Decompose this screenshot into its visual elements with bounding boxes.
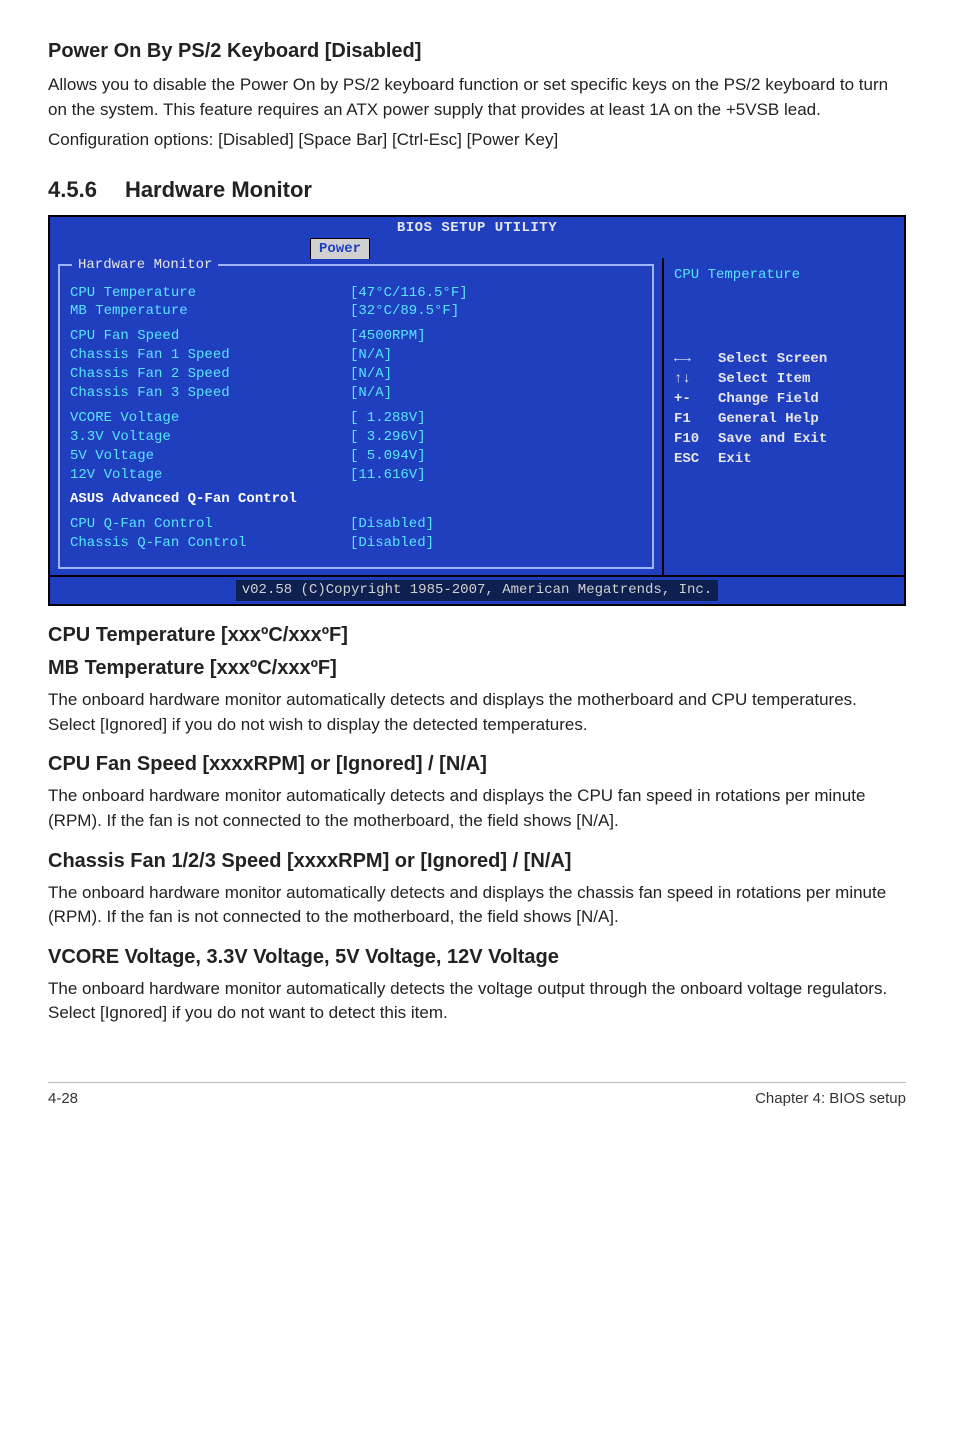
- bios-row-ch1[interactable]: Chassis Fan 1 Speed [N/A]: [70, 346, 642, 365]
- heading-mb-temp: MB Temperature [xxxºC/xxxºF]: [48, 655, 906, 682]
- bios-hint-change-field: +- Change Field: [674, 390, 894, 409]
- heading-voltages: VCORE Voltage, 3.3V Voltage, 5V Voltage,…: [48, 944, 906, 971]
- section-title-hwmon: Hardware Monitor: [125, 175, 312, 205]
- bios-row-mb-temp[interactable]: MB Temperature [32°C/89.5°F]: [70, 302, 642, 321]
- bios-title: BIOS SETUP UTILITY: [50, 217, 904, 238]
- arrows-ud-icon: ↑↓: [674, 370, 708, 389]
- bios-value: [11.616V]: [350, 466, 426, 485]
- bios-footer: v02.58 (C)Copyright 1985-2007, American …: [50, 575, 904, 604]
- bios-value: [ 1.288V]: [350, 409, 426, 428]
- bios-copyright: v02.58 (C)Copyright 1985-2007, American …: [236, 580, 718, 601]
- bios-value: [4500RPM]: [350, 327, 426, 346]
- bios-hint-text: Select Screen: [718, 350, 827, 369]
- bios-label: 5V Voltage: [70, 447, 350, 466]
- bios-hint-select-item: ↑↓ Select Item: [674, 370, 894, 389]
- chapter-label: Chapter 4: BIOS setup: [755, 1089, 906, 1109]
- bios-value: [Disabled]: [350, 534, 434, 553]
- para-cpu-fan-desc: The onboard hardware monitor automatical…: [48, 784, 906, 833]
- bios-hint-text: Save and Exit: [718, 430, 827, 449]
- bios-hint-text: Exit: [718, 450, 752, 469]
- section-number: 4.5.6: [48, 175, 97, 205]
- bios-label: CPU Temperature: [70, 284, 350, 303]
- heading-cpu-temp: CPU Temperature [xxxºC/xxxºF]: [48, 622, 906, 649]
- heading-power-on-ps2: Power On By PS/2 Keyboard [Disabled]: [48, 38, 906, 65]
- bios-row-cpu-fan[interactable]: CPU Fan Speed [4500RPM]: [70, 327, 642, 346]
- bios-label: Chassis Fan 1 Speed: [70, 346, 350, 365]
- para-ps2-desc: Allows you to disable the Power On by PS…: [48, 73, 906, 122]
- bios-label: Chassis Q-Fan Control: [70, 534, 350, 553]
- bios-tab-power[interactable]: Power: [310, 238, 370, 260]
- bios-hint-select-screen: ←→ Select Screen: [674, 350, 894, 369]
- para-ps2-options: Configuration options: [Disabled] [Space…: [48, 128, 906, 153]
- key-f10: F10: [674, 430, 708, 449]
- bios-value: [ 5.094V]: [350, 447, 426, 466]
- bios-row-ch3[interactable]: Chassis Fan 3 Speed [N/A]: [70, 384, 642, 403]
- para-temp-desc: The onboard hardware monitor automatical…: [48, 688, 906, 737]
- bios-label: VCORE Voltage: [70, 409, 350, 428]
- key-f1: F1: [674, 410, 708, 429]
- para-voltages-desc: The onboard hardware monitor automatical…: [48, 977, 906, 1026]
- arrows-lr-icon: ←→: [674, 350, 708, 369]
- bios-hint-exit: ESC Exit: [674, 450, 894, 469]
- bios-value: [N/A]: [350, 365, 392, 384]
- bios-label: Chassis Fan 3 Speed: [70, 384, 350, 403]
- bios-label: 12V Voltage: [70, 466, 350, 485]
- bios-row-vcore[interactable]: VCORE Voltage [ 1.288V]: [70, 409, 642, 428]
- page-number: 4-28: [48, 1089, 78, 1109]
- bios-hint-save-exit: F10 Save and Exit: [674, 430, 894, 449]
- heading-cpu-fan-speed: CPU Fan Speed [xxxxRPM] or [Ignored] / […: [48, 751, 906, 778]
- bios-value: [N/A]: [350, 346, 392, 365]
- bios-value: [47°C/116.5°F]: [350, 284, 468, 303]
- bios-hint-text: Change Field: [718, 390, 819, 409]
- bios-label: Chassis Fan 2 Speed: [70, 365, 350, 384]
- bios-label: MB Temperature: [70, 302, 350, 321]
- bios-row-ch-qfan[interactable]: Chassis Q-Fan Control [Disabled]: [70, 534, 642, 553]
- bios-window: BIOS SETUP UTILITY Power Hardware Monito…: [48, 215, 906, 606]
- heading-chassis-fan-speed: Chassis Fan 1/2/3 Speed [xxxxRPM] or [Ig…: [48, 848, 906, 875]
- bios-hint-text: Select Item: [718, 370, 810, 389]
- bios-value: [ 3.296V]: [350, 428, 426, 447]
- key-esc: ESC: [674, 450, 708, 469]
- bios-row-5v[interactable]: 5V Voltage [ 5.094V]: [70, 447, 642, 466]
- para-chassis-fan-desc: The onboard hardware monitor automatical…: [48, 881, 906, 930]
- bios-left-panel: Hardware Monitor CPU Temperature [47°C/1…: [50, 258, 664, 576]
- bios-right-panel: CPU Temperature ←→ Select Screen ↑↓ Sele…: [664, 258, 904, 576]
- bios-label: 3.3V Voltage: [70, 428, 350, 447]
- bios-tabbar: Power: [50, 238, 904, 258]
- plus-minus-icon: +-: [674, 390, 708, 409]
- bios-row-33v[interactable]: 3.3V Voltage [ 3.296V]: [70, 428, 642, 447]
- bios-row-12v[interactable]: 12V Voltage [11.616V]: [70, 466, 642, 485]
- bios-row-ch2[interactable]: Chassis Fan 2 Speed [N/A]: [70, 365, 642, 384]
- bios-value: [N/A]: [350, 384, 392, 403]
- bios-help-title: CPU Temperature: [674, 266, 894, 285]
- bios-label: CPU Q-Fan Control: [70, 515, 350, 534]
- bios-panel-title: Hardware Monitor: [72, 256, 218, 275]
- bios-hint-text: General Help: [718, 410, 819, 429]
- bios-row-adv-qfan[interactable]: ASUS Advanced Q-Fan Control: [70, 490, 642, 509]
- bios-value: [32°C/89.5°F]: [350, 302, 459, 321]
- bios-value: [Disabled]: [350, 515, 434, 534]
- bios-row-cpu-qfan[interactable]: CPU Q-Fan Control [Disabled]: [70, 515, 642, 534]
- page-footer: 4-28 Chapter 4: BIOS setup: [48, 1082, 906, 1109]
- bios-label: CPU Fan Speed: [70, 327, 350, 346]
- bios-row-cpu-temp[interactable]: CPU Temperature [47°C/116.5°F]: [70, 284, 642, 303]
- bios-hint-help: F1 General Help: [674, 410, 894, 429]
